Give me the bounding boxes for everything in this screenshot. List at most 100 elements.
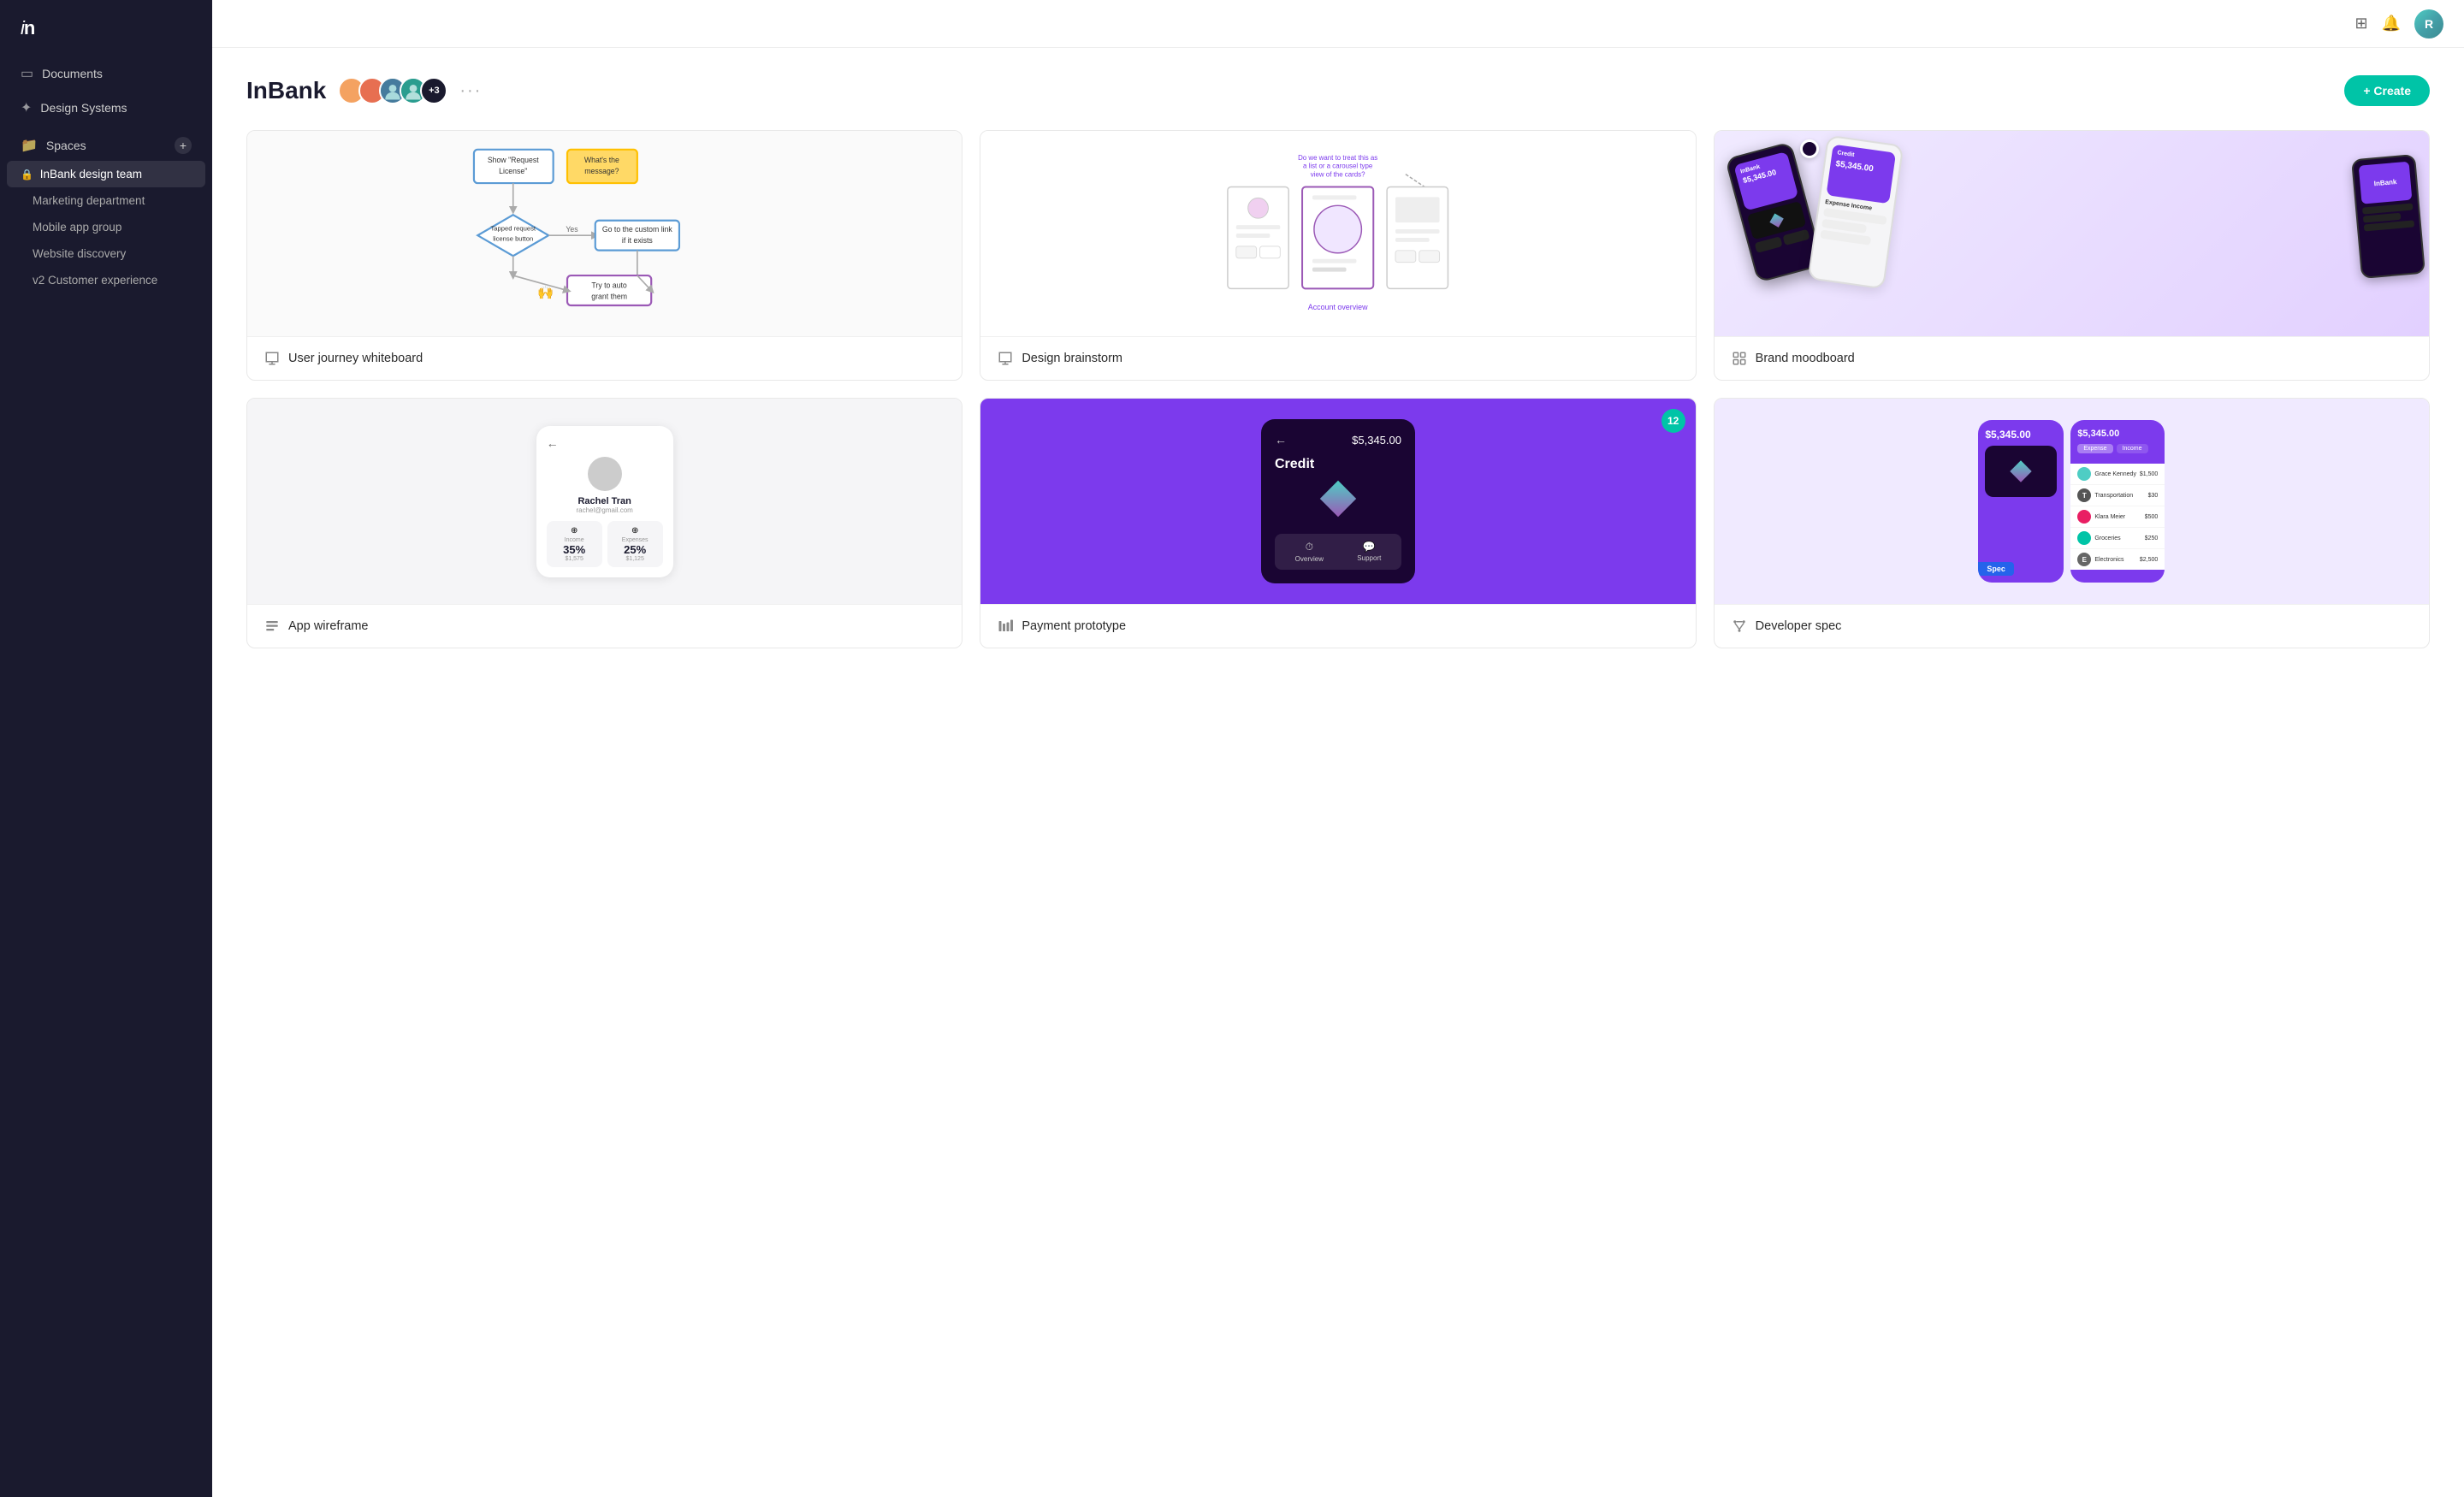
income-pct: 35%: [552, 543, 597, 556]
card-design-brainstorm[interactable]: Do we want to treat this as a list or a …: [980, 130, 1696, 381]
overview-action: ⏱ Overview: [1295, 541, 1324, 563]
more-options-icon[interactable]: ···: [459, 81, 482, 101]
expenses-stat: ⊕ Expenses 25% $1,125: [607, 521, 663, 567]
income-amount: $1,575: [552, 556, 597, 562]
user-avatar[interactable]: R: [2414, 9, 2443, 38]
svg-text:What's the: What's the: [584, 156, 619, 164]
svg-text:if it exists: if it exists: [622, 236, 653, 245]
project-header: InBank +3 ··· + Create: [246, 75, 2430, 106]
card-brand-moodboard[interactable]: InBank $5,345.00: [1714, 130, 2430, 381]
collaborators-avatars: +3: [338, 77, 447, 104]
avatar-image: R: [2414, 9, 2443, 38]
svg-text:Try to auto: Try to auto: [591, 281, 627, 289]
support-action: 💬 Support: [1357, 541, 1381, 563]
add-space-button[interactable]: +: [175, 137, 192, 154]
content-area: InBank +3 ··· + Create: [212, 48, 2464, 1497]
spaces-label: Spaces: [46, 139, 86, 152]
space-label: Marketing department: [33, 194, 145, 207]
card-title: Design brainstorm: [1022, 352, 1122, 365]
card-title: App wireframe: [288, 619, 368, 633]
brainstorm-diagram: Do we want to treat this as a list or a …: [994, 145, 1681, 322]
grid-icon[interactable]: ⊞: [2354, 15, 2367, 33]
svg-text:license button: license button: [493, 235, 533, 243]
card-footer-payment: Payment prototype: [980, 604, 1695, 648]
card-footer-wireframe: App wireframe: [247, 604, 962, 648]
card-developer-spec[interactable]: $5,345.00 Spec $5,345.00: [1714, 398, 2430, 648]
svg-text:Account overview: Account overview: [1308, 303, 1368, 311]
space-label: Website discovery: [33, 247, 126, 260]
document-icon: ▭: [21, 65, 33, 82]
project-title: InBank: [246, 77, 326, 104]
screen-user-email: rachel@gmail.com: [547, 506, 663, 514]
svg-text:Do we want to treat this as: Do we want to treat this as: [1298, 154, 1377, 162]
cards-grid: Show "Request License" What's the messag…: [246, 130, 2430, 648]
user-avatar-large: [588, 457, 622, 491]
spaces-folder-icon: 📁: [21, 137, 38, 154]
card-footer-brainstorm: Design brainstorm: [980, 336, 1695, 380]
card-title: Developer spec: [1756, 619, 1842, 633]
payment-card-label: Credit: [1275, 457, 1401, 472]
card-footer-devspec: Developer spec: [1715, 604, 2429, 648]
expenses-label: Expenses: [613, 537, 658, 543]
payment-amount: $5,345.00: [1352, 434, 1401, 447]
expenses-amount: $1,125: [613, 556, 658, 562]
card-app-wireframe[interactable]: ← Rachel Tran rachel@gmail.com ⊕ Income …: [246, 398, 962, 648]
sidebar-item-inbank-design-team[interactable]: 🔒 InBank design team: [7, 161, 205, 187]
main-content: ⊞ 🔔 R InBank +3: [212, 0, 2464, 1497]
card-preview-wireframe: ← Rachel Tran rachel@gmail.com ⊕ Income …: [247, 399, 962, 604]
card-title: Brand moodboard: [1756, 352, 1855, 365]
card-payment-prototype[interactable]: 12 ← $5,345.00 Credit ⏱: [980, 398, 1696, 648]
svg-text:grant them: grant them: [591, 292, 627, 300]
card-footer-moodboard: Brand moodboard: [1715, 336, 2429, 380]
brainstorm-icon: [998, 351, 1013, 366]
notification-badge: 12: [1661, 409, 1685, 433]
design-systems-icon: ✦: [21, 99, 32, 116]
svg-text:view of the cards?: view of the cards?: [1311, 171, 1365, 179]
app-screen-mockup: ← Rachel Tran rachel@gmail.com ⊕ Income …: [536, 426, 673, 577]
card-preview-brainstorm: Do we want to treat this as a list or a …: [980, 131, 1695, 336]
svg-text:a list or a carousel type: a list or a carousel type: [1303, 163, 1373, 170]
wireframe-icon: [264, 618, 280, 634]
screen-stats-row: ⊕ Income 35% $1,575 ⊕ Expenses 25% $1,12…: [547, 521, 663, 567]
prototype-icon: [998, 618, 1013, 634]
sidebar-item-mobile-app-group[interactable]: Mobile app group: [0, 214, 212, 240]
svg-text:Show "Request: Show "Request: [488, 156, 539, 164]
whiteboard-diagram: Show "Request License" What's the messag…: [247, 131, 962, 336]
sidebar-item-label: Documents: [42, 67, 103, 80]
card-preview-moodboard: InBank $5,345.00: [1715, 131, 2429, 336]
card-preview-whiteboard: Show "Request License" What's the messag…: [247, 131, 962, 336]
sidebar-item-documents[interactable]: ▭ Documents: [0, 56, 212, 91]
card-title: Payment prototype: [1022, 619, 1126, 633]
payment-card-header: ← $5,345.00: [1275, 433, 1401, 447]
sidebar-item-v2-customer-experience[interactable]: v2 Customer experience: [0, 267, 212, 293]
svg-text:🙌: 🙌: [537, 285, 554, 300]
card-preview-devspec: $5,345.00 Spec $5,345.00: [1715, 399, 2429, 604]
notification-bell-icon[interactable]: 🔔: [2382, 15, 2401, 33]
expenses-pct: 25%: [613, 543, 658, 556]
create-button[interactable]: + Create: [2344, 75, 2430, 106]
moodboard-icon: [1732, 351, 1747, 366]
card-title: User journey whiteboard: [288, 352, 423, 365]
svg-text:Tapped request: Tapped request: [490, 225, 536, 233]
sidebar-item-design-systems[interactable]: ✦ Design Systems: [0, 91, 212, 125]
card-user-journey-whiteboard[interactable]: Show "Request License" What's the messag…: [246, 130, 962, 381]
income-stat: ⊕ Income 35% $1,575: [547, 521, 602, 567]
back-arrow: ←: [1275, 433, 1287, 447]
spaces-section-header[interactable]: 📁 Spaces +: [0, 125, 212, 161]
screen-user-name: Rachel Tran: [547, 496, 663, 506]
app-logo: in: [0, 0, 212, 56]
extra-collaborators-count: +3: [420, 77, 447, 104]
payment-card-mockup: ← $5,345.00 Credit ⏱ Overview: [1261, 419, 1415, 583]
lock-icon: 🔒: [21, 169, 33, 180]
project-title-row: InBank +3 ···: [246, 77, 482, 104]
space-label: v2 Customer experience: [33, 274, 157, 287]
card-footer-whiteboard: User journey whiteboard: [247, 336, 962, 380]
sidebar-item-marketing-department[interactable]: Marketing department: [0, 187, 212, 214]
topbar: ⊞ 🔔 R: [212, 0, 2464, 48]
svg-text:message?: message?: [584, 167, 619, 175]
space-label: Mobile app group: [33, 221, 121, 234]
devspec-icon: [1732, 618, 1747, 634]
sidebar: in ▭ Documents ✦ Design Systems 📁 Spaces…: [0, 0, 212, 1497]
sidebar-item-website-discovery[interactable]: Website discovery: [0, 240, 212, 267]
whiteboard-icon: [264, 351, 280, 366]
